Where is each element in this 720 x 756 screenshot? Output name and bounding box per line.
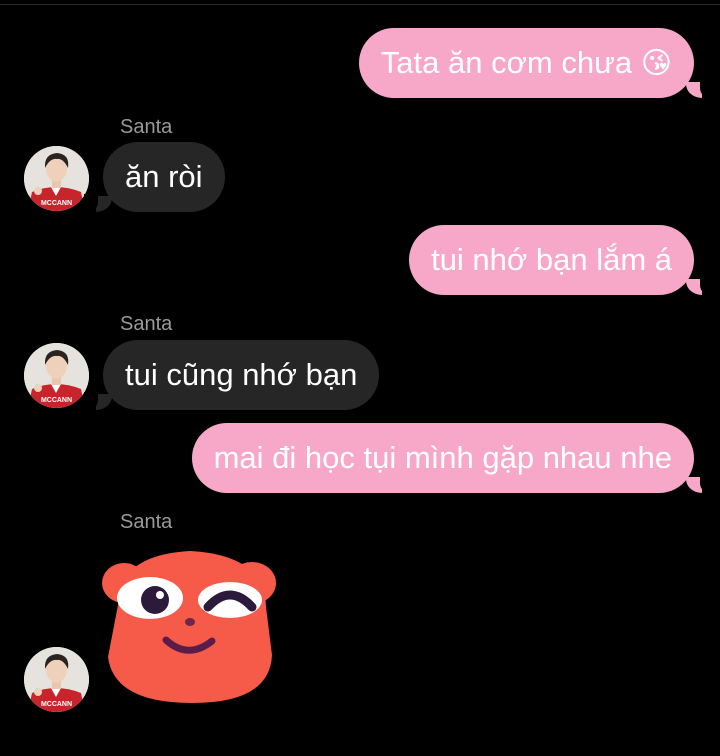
message-text: tui cũng nhớ bạn <box>125 357 358 392</box>
avatar-shirt-text: MCCANN <box>41 701 72 708</box>
bubble-tail <box>84 194 112 214</box>
avatar-shirt-text: MCCANN <box>41 397 72 404</box>
message-text: mai đi học tụi mình gặp nhau nhe <box>213 440 672 475</box>
contact-avatar[interactable]: MCCANN <box>24 146 89 211</box>
bubble-tail <box>686 475 714 495</box>
sender-name: Santa <box>120 313 173 335</box>
avatar-shirt-text: MCCANN <box>41 200 72 207</box>
incoming-message-bubble[interactable]: ăn ròi <box>103 142 225 212</box>
top-divider <box>0 4 720 5</box>
sender-name: Santa <box>120 116 173 138</box>
sender-name: Santa <box>120 511 173 533</box>
incoming-message-bubble[interactable]: tui cũng nhớ bạn <box>103 340 380 410</box>
kiss-emoji-icon: 😘 <box>640 47 672 80</box>
winking-bear-sticker[interactable] <box>100 545 280 705</box>
outgoing-message-bubble[interactable]: mai đi học tụi mình gặp nhau nhe <box>191 423 694 493</box>
message-text: ăn ròi <box>125 159 203 194</box>
contact-avatar[interactable]: MCCANN <box>24 343 89 408</box>
outgoing-message-bubble[interactable]: Tata ăn cơm chưa 😘 <box>358 28 694 98</box>
contact-avatar[interactable]: MCCANN <box>24 647 89 712</box>
bubble-tail <box>686 277 714 297</box>
bubble-tail <box>84 392 112 412</box>
bubble-tail <box>686 80 714 100</box>
message-text: tui nhớ bạn lắm á <box>431 242 672 277</box>
outgoing-message-bubble[interactable]: tui nhớ bạn lắm á <box>409 225 694 295</box>
message-text: Tata ăn cơm chưa <box>380 45 633 80</box>
